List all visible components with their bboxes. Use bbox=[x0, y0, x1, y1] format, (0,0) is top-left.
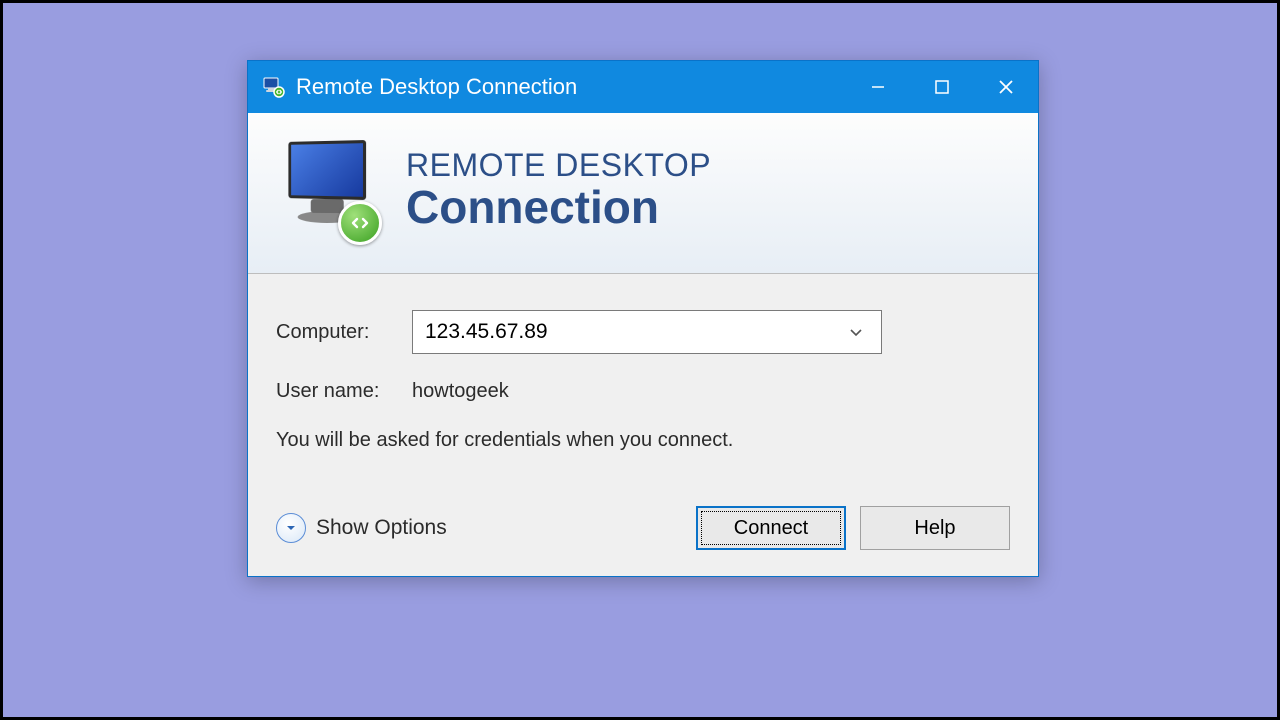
banner-text: REMOTE DESKTOP Connection bbox=[406, 147, 711, 234]
banner-line2: Connection bbox=[406, 180, 711, 234]
computer-value: 123.45.67.89 bbox=[425, 320, 843, 344]
close-button[interactable] bbox=[974, 61, 1038, 113]
username-row: User name: howtogeek bbox=[276, 380, 1010, 403]
username-value: howtogeek bbox=[412, 380, 509, 403]
computer-label: Computer: bbox=[276, 321, 412, 344]
username-label: User name: bbox=[276, 380, 412, 403]
help-button[interactable]: Help bbox=[860, 506, 1010, 550]
minimize-button[interactable] bbox=[846, 61, 910, 113]
computer-row: Computer: 123.45.67.89 bbox=[276, 310, 1010, 354]
rdc-logo-icon bbox=[276, 135, 386, 245]
banner-line1: REMOTE DESKTOP bbox=[406, 147, 711, 184]
show-options-toggle[interactable]: Show Options bbox=[276, 513, 447, 543]
maximize-button[interactable] bbox=[910, 61, 974, 113]
computer-combobox[interactable]: 123.45.67.89 bbox=[412, 310, 882, 354]
show-options-label: Show Options bbox=[316, 516, 447, 540]
dialog-body: Computer: 123.45.67.89 User name: howtog… bbox=[248, 274, 1038, 506]
app-icon bbox=[262, 75, 286, 99]
credentials-info: You will be asked for credentials when y… bbox=[276, 429, 1010, 452]
desktop-background: Remote Desktop Connection RE bbox=[3, 3, 1277, 717]
rdc-window: Remote Desktop Connection RE bbox=[247, 60, 1039, 577]
footer: Show Options Connect Help bbox=[248, 506, 1038, 576]
window-title: Remote Desktop Connection bbox=[296, 74, 577, 100]
banner: REMOTE DESKTOP Connection bbox=[248, 113, 1038, 274]
chevron-down-icon[interactable] bbox=[843, 324, 869, 340]
titlebar[interactable]: Remote Desktop Connection bbox=[248, 61, 1038, 113]
connect-button[interactable]: Connect bbox=[696, 506, 846, 550]
expand-arrow-icon bbox=[276, 513, 306, 543]
